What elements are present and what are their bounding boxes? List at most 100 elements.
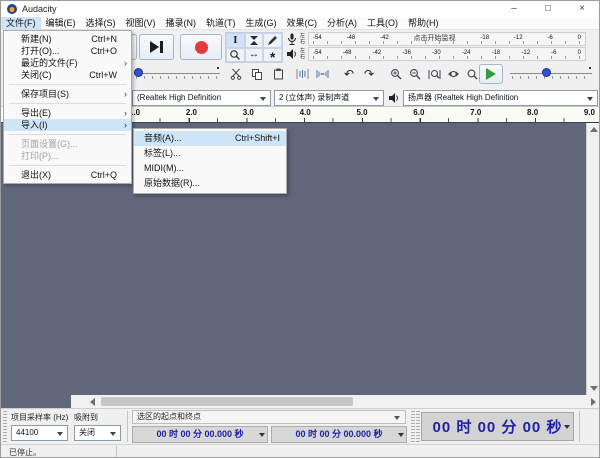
scale-tick: -18 [480, 35, 489, 41]
menu-item-export[interactable]: 导出(E) › [4, 107, 131, 119]
ruler-labels: 1.0 2.0 3.0 4.0 5.0 6.0 7.0 8.0 9.0 [129, 108, 595, 117]
paste-button[interactable] [268, 64, 288, 84]
ruler-tick-label: 7.0 [470, 108, 481, 117]
toolbar-grip[interactable] [411, 411, 415, 443]
slider-end-dot [589, 67, 591, 69]
dropdown-arrow-icon[interactable] [398, 433, 404, 437]
dropdown-arrow-icon[interactable] [259, 433, 265, 437]
scale-tick: 0 [578, 35, 581, 41]
menu-analyze[interactable]: 分析(A) [322, 17, 362, 29]
menu-generate[interactable]: 生成(G) [241, 17, 282, 29]
toolbar-grip[interactable] [416, 411, 420, 443]
slider-ticks [136, 76, 218, 79]
recording-meter[interactable]: -54 -48 -42 点击开始监视 -18 -12 -6 0 [308, 32, 586, 46]
slider-thumb[interactable] [134, 68, 143, 77]
scroll-right-button[interactable] [586, 395, 600, 408]
play-speed-slider[interactable] [507, 63, 595, 85]
draw-tool-button[interactable] [263, 33, 282, 48]
cut-button[interactable] [226, 64, 246, 84]
scale-tick: 0 [578, 50, 581, 56]
dropdown-arrow-icon[interactable] [564, 425, 570, 429]
menu-item-recent-files[interactable]: 最近的文件(F) › [4, 57, 131, 69]
project-rate-select[interactable]: 44100 [11, 425, 68, 441]
slider-thumb[interactable] [542, 68, 551, 77]
menu-item-exit[interactable]: 退出(X) Ctrl+Q [4, 169, 131, 181]
recording-meter-mic[interactable] [287, 33, 297, 46]
scale-tick: -48 [343, 50, 352, 56]
submenu-arrow-icon: › [124, 88, 127, 100]
menu-tracks[interactable]: 轨道(T) [201, 17, 241, 29]
menu-item-print: 打印(P)... [4, 150, 131, 162]
menu-view[interactable]: 视图(V) [121, 17, 161, 29]
maximize-button[interactable]: □ [531, 1, 565, 17]
slider-track [510, 73, 592, 74]
scroll-down-button[interactable] [587, 382, 600, 395]
zoom-tool-button[interactable] [226, 48, 245, 63]
zoom-in-icon [390, 68, 403, 81]
speaker-icon [388, 92, 400, 104]
menu-item-label: 关闭(C) [21, 70, 52, 80]
timeshift-tool-button[interactable]: ↔ [245, 48, 264, 63]
recording-channels-select[interactable]: 2 (立体声) 录制声道 [274, 90, 384, 106]
undo-icon: ↶ [344, 67, 354, 81]
submenu-item-labels[interactable]: 标签(L)... [134, 146, 286, 161]
submenu-item-audio[interactable]: 音频(A)... Ctrl+Shift+I [134, 131, 286, 146]
play-at-speed-button[interactable] [479, 64, 503, 84]
playback-meter[interactable]: -54 -48 -42 -36 -30 -24 -18 -12 -6 0 [308, 47, 586, 61]
menu-select[interactable]: 选择(S) [81, 17, 121, 29]
scale-tick: -54 [313, 50, 322, 56]
minimize-button[interactable]: – [497, 1, 531, 17]
menu-item-save-project[interactable]: 保存项目(S) › [4, 88, 131, 100]
submenu-item-raw-data[interactable]: 原始数据(R)... [134, 176, 286, 191]
menu-help[interactable]: 帮助(H) [403, 17, 444, 29]
multi-tool-button[interactable]: * [263, 48, 282, 63]
undo-button[interactable]: ↶ [339, 64, 359, 84]
record-button[interactable] [180, 34, 222, 60]
zoom-in-button[interactable] [386, 64, 406, 84]
menu-item-close[interactable]: 关闭(C) Ctrl+W [4, 69, 131, 81]
selection-tool-button[interactable]: I [226, 33, 245, 48]
selection-start-field[interactable]: 00 时 00 分 00.000 秒 [132, 426, 268, 443]
menu-item-import[interactable]: 导入(I) › [4, 119, 131, 131]
playback-meter-speaker[interactable] [286, 48, 298, 60]
redo-button[interactable]: ↷ [359, 64, 379, 84]
toolbar-grip[interactable] [3, 411, 7, 443]
menu-item-label: 音频(A)... [144, 133, 182, 143]
scrollbar-thumb[interactable] [101, 397, 353, 406]
selection-mode-select[interactable]: 选区的起点和终点 [132, 410, 406, 424]
menu-item-open[interactable]: 打开(O)... Ctrl+O [4, 45, 131, 57]
trim-icon [296, 68, 309, 80]
vertical-scrollbar[interactable] [586, 123, 600, 395]
menu-item-label: 打印(P)... [21, 151, 59, 161]
zoom-out-icon [409, 68, 422, 81]
trim-audio-button[interactable] [292, 64, 312, 84]
menu-tools[interactable]: 工具(O) [362, 17, 403, 29]
recording-volume-slider[interactable] [131, 63, 223, 85]
menu-transport[interactable]: 播录(N) [161, 17, 202, 29]
fit-selection-button[interactable] [424, 64, 444, 84]
horizontal-scrollbar[interactable] [71, 395, 600, 408]
status-bar: 已停止。 [1, 444, 600, 458]
fit-project-button[interactable] [443, 64, 463, 84]
submenu-item-midi[interactable]: MIDI(M)... [134, 161, 286, 176]
menu-file[interactable]: 文件(F) [1, 17, 41, 29]
menu-effect[interactable]: 效果(C) [282, 17, 323, 29]
menu-item-new[interactable]: 新建(N) Ctrl+N [4, 33, 131, 45]
scroll-up-button[interactable] [587, 123, 600, 136]
skip-end-button[interactable] [139, 34, 174, 60]
copy-button[interactable] [247, 64, 267, 84]
audio-position-display[interactable]: 00 时 00 分 00 秒 [421, 412, 574, 441]
menu-edit[interactable]: 编辑(E) [41, 17, 81, 29]
scroll-left-button[interactable] [85, 395, 99, 408]
zoom-out-button[interactable] [405, 64, 425, 84]
scale-tick: -6 [547, 35, 552, 41]
snap-to-select[interactable]: 关闭 [74, 425, 121, 441]
recording-device-select[interactable]: (Realtek High Definition [132, 90, 271, 106]
silence-audio-button[interactable] [312, 64, 332, 84]
slider-end-dot [217, 67, 219, 69]
selection-end-field[interactable]: 00 时 00 分 00.000 秒 [271, 426, 407, 443]
menu-shortcut: Ctrl+Q [91, 169, 117, 181]
playback-device-select[interactable]: 扬声器 (Realtek High Definition [403, 90, 598, 106]
close-button[interactable]: × [565, 1, 599, 17]
envelope-tool-button[interactable] [245, 33, 264, 48]
